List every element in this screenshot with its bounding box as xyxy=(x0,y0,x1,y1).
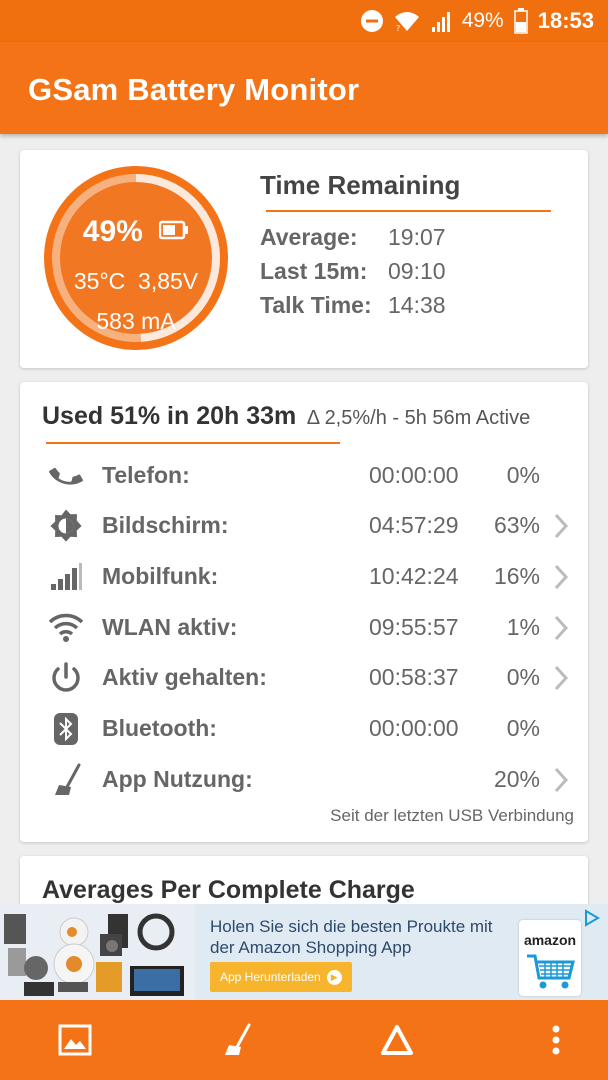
battery-current: 583 mA xyxy=(96,308,176,334)
usage-row-bluetooth: Bluetooth: 00:00:00 0% xyxy=(20,707,588,751)
usage-label: Bildschirm: xyxy=(102,512,229,538)
usage-percent: 16% xyxy=(493,563,540,589)
ad-choices-icon[interactable] xyxy=(582,908,602,928)
battery-percent-row: 49% xyxy=(42,214,230,249)
usage-percent: 63% xyxy=(493,512,540,538)
usage-percent: 0% xyxy=(506,715,540,741)
broom-icon xyxy=(48,762,84,798)
usage-card: Used 51% in 20h 33m Δ 2,5%/h - 5h 56m Ac… xyxy=(20,382,588,842)
usage-percent: 1% xyxy=(506,614,540,640)
status-bar: ? 49% 18:53 xyxy=(0,0,608,42)
usage-label: Bluetooth: xyxy=(102,715,217,741)
ad-download-label: App Herunterladen xyxy=(220,970,321,984)
usage-time: 10:42:24 xyxy=(369,563,459,589)
battery-gauge-text: 49% 35°C 3,85V 583 mA xyxy=(42,164,230,352)
cell-signal-icon xyxy=(48,559,84,595)
usage-time: 04:57:29 xyxy=(369,512,459,538)
battery-charge-icon xyxy=(158,215,189,249)
time-remaining-value: 14:38 xyxy=(388,292,446,318)
usage-title: Used 51% in 20h 33m xyxy=(42,402,297,430)
usage-label: App Nutzung: xyxy=(102,766,253,792)
time-remaining-value: 19:07 xyxy=(388,224,446,250)
ad-text: Holen Sie sich die besten Proukte mit de… xyxy=(210,917,493,957)
app-title: GSam Battery Monitor xyxy=(28,72,360,107)
screen-brightness-icon xyxy=(48,508,84,544)
battery-icon xyxy=(513,8,528,34)
broom-icon xyxy=(225,1023,251,1055)
chevron-right-icon xyxy=(554,665,569,691)
bottom-nav-bar xyxy=(0,1000,608,1080)
chevron-right-icon xyxy=(554,615,569,641)
usage-row-app-nutzung[interactable]: App Nutzung: 20% xyxy=(20,758,588,802)
phone-icon xyxy=(48,458,84,494)
image-icon xyxy=(58,1024,92,1056)
usage-label: WLAN aktiv: xyxy=(102,614,238,640)
battery-voltage: 3,85V xyxy=(138,268,199,294)
ad-products-image xyxy=(0,904,195,1000)
app-usage-button[interactable] xyxy=(216,1020,256,1060)
chevron-right-icon xyxy=(554,564,569,590)
battery-summary-card[interactable]: 49% 35°C 3,85V 583 mA Time Remaining Ave… xyxy=(20,150,588,368)
app-bar: GSam Battery Monitor xyxy=(0,42,608,134)
usage-row-bildschirm[interactable]: Bildschirm: 04:57:29 63% xyxy=(20,504,588,548)
wifi-icon xyxy=(48,610,84,646)
usage-label: Telefon: xyxy=(102,462,190,488)
time-remaining-divider xyxy=(266,210,551,212)
usage-label: Mobilfunk: xyxy=(102,563,219,589)
chevron-right-icon xyxy=(554,767,569,793)
battery-temperature: 35°C xyxy=(73,268,126,294)
usage-footnote: Seit der letzten USB Verbindung xyxy=(330,806,574,825)
usage-time: 00:58:37 xyxy=(369,664,459,690)
status-icons: ? 49% 18:53 xyxy=(360,7,594,35)
image-button[interactable] xyxy=(55,1020,95,1060)
do-not-disturb-icon xyxy=(360,9,384,33)
wifi-icon: ? xyxy=(394,9,420,33)
usage-row-aktiv-gehalten[interactable]: Aktiv gehalten: 00:58:37 0% xyxy=(20,656,588,700)
time-remaining-label: Last 15m: xyxy=(260,258,368,284)
usage-row-mobilfunk[interactable]: Mobilfunk: 10:42:24 16% xyxy=(20,555,588,599)
usage-time: 00:00:00 xyxy=(369,715,459,741)
time-remaining-label: Talk Time: xyxy=(260,292,372,318)
amazon-logo[interactable]: amazon xyxy=(519,920,581,996)
usage-percent: 20% xyxy=(493,766,540,792)
usage-subtitle: Δ 2,5%/h - 5h 56m Active xyxy=(306,407,531,429)
time-remaining-value: 09:10 xyxy=(388,258,446,284)
time-remaining-title: Time Remaining xyxy=(260,170,461,200)
ad-banner[interactable]: Holen Sie sich die besten Proukte mit de… xyxy=(0,904,608,1000)
delta-icon xyxy=(381,1025,413,1055)
bluetooth-icon xyxy=(48,711,84,747)
usage-time: 00:00:00 xyxy=(369,462,459,488)
usage-divider xyxy=(46,442,340,444)
more-options-button[interactable] xyxy=(536,1020,576,1060)
battery-temp-voltage: 35°C 3,85V xyxy=(42,268,230,295)
more-vert-icon xyxy=(552,1025,560,1055)
ad-download-button[interactable]: App Herunterladen ▶ xyxy=(210,962,352,992)
usage-time: 09:55:57 xyxy=(369,614,459,640)
usage-label: Aktiv gehalten: xyxy=(102,664,267,690)
chevron-right-icon xyxy=(554,513,569,539)
usage-row-wlan[interactable]: WLAN aktiv: 09:55:57 1% xyxy=(20,606,588,650)
power-icon xyxy=(48,660,84,696)
status-battery-percent: 49% xyxy=(461,9,504,32)
usage-percent: 0% xyxy=(506,462,540,488)
play-arrow-icon: ▶ xyxy=(326,969,342,985)
usage-header: Used 51% in 20h 33m Δ 2,5%/h - 5h 56m Ac… xyxy=(42,402,530,431)
time-remaining-label: Average: xyxy=(260,224,358,250)
delta-button[interactable] xyxy=(377,1020,417,1060)
battery-percent: 49% xyxy=(82,215,143,249)
averages-title: Averages Per Complete Charge xyxy=(42,876,415,904)
amazon-logo-text: amazon xyxy=(523,932,577,948)
status-time: 18:53 xyxy=(537,8,594,33)
usage-row-telefon: Telefon: 00:00:00 0% xyxy=(20,454,588,498)
shopping-cart-icon xyxy=(527,954,575,989)
signal-icon xyxy=(430,9,452,33)
usage-percent: 0% xyxy=(506,664,540,690)
svg-text:?: ? xyxy=(396,24,400,33)
